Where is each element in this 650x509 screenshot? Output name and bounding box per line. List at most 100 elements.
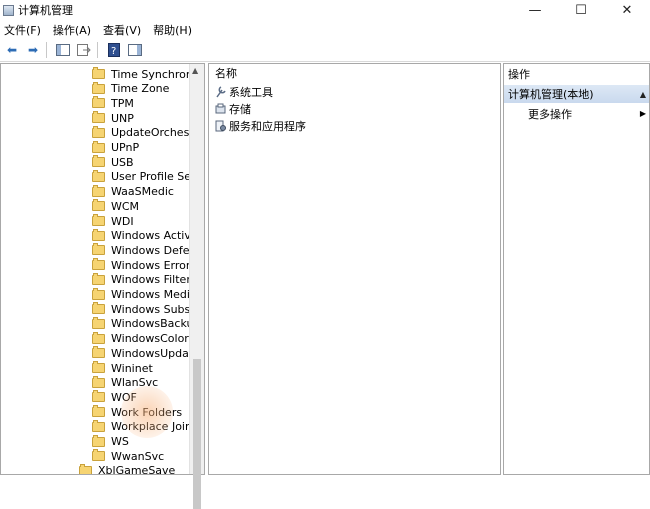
- tree-item[interactable]: WaaSMedic: [92, 184, 174, 199]
- tree-item-label: WwanSvc: [111, 449, 165, 463]
- tree-item-label: UpdateOrchestrato: [111, 126, 190, 140]
- column-header-name[interactable]: 名称: [209, 64, 500, 82]
- tree-item[interactable]: UpdateOrchestrato: [92, 125, 190, 140]
- scrollbar-thumb[interactable]: [193, 359, 201, 509]
- list-item-label: 存储: [229, 103, 251, 116]
- tree-item-label: WOF: [111, 390, 137, 404]
- maximize-button[interactable]: ☐: [558, 0, 604, 20]
- tree-item[interactable]: Windows Media Sl: [92, 287, 190, 302]
- folder-icon: [92, 419, 105, 432]
- tree-item-label: WaaSMedic: [111, 185, 174, 199]
- tree-item[interactable]: WCM: [92, 199, 139, 213]
- folder-icon: [92, 96, 105, 109]
- actions-pane: 操作 计算机管理(本地) ▲ 更多操作 ▶: [503, 63, 650, 475]
- list-item-label: 服务和应用程序: [229, 120, 306, 133]
- submenu-arrow-icon[interactable]: ▶: [640, 109, 646, 118]
- tree-item[interactable]: Work Folders: [92, 405, 182, 419]
- list-item-system-tools[interactable]: 系统工具: [215, 84, 273, 100]
- tree-item[interactable]: UPnP: [92, 140, 139, 155]
- tree-item-label: TPM: [111, 96, 134, 110]
- menu-help[interactable]: 帮助(H): [149, 22, 200, 38]
- more-actions-item[interactable]: 更多操作: [528, 106, 572, 122]
- tree-item-label: Wininet: [111, 361, 153, 375]
- folder-icon: [92, 258, 105, 271]
- scroll-up-arrow-icon[interactable]: ▲: [192, 66, 198, 75]
- window-controls: — ☐ ✕: [512, 0, 650, 20]
- tree-scrollbar[interactable]: ▲: [189, 64, 204, 509]
- menu-action[interactable]: 操作(A): [49, 22, 99, 38]
- actions-header: 操作: [508, 67, 530, 81]
- tree-item[interactable]: UNP: [92, 111, 134, 125]
- tree-item[interactable]: WlanSvc: [92, 375, 159, 390]
- tree-item-label: Windows Media Sl: [111, 288, 190, 301]
- folder-icon: [92, 214, 105, 226]
- tree-item[interactable]: USB: [92, 155, 134, 169]
- folder-icon: [92, 331, 105, 344]
- tree-item-label: Windows Error Rep: [111, 258, 190, 272]
- folder-icon: [92, 125, 105, 138]
- minimize-button[interactable]: —: [512, 0, 558, 20]
- toolbar-separator: [46, 42, 47, 58]
- tree-item[interactable]: Windows Defende: [92, 243, 190, 257]
- tree-item[interactable]: WindowsBackup: [92, 316, 190, 331]
- tree-item-label: WS: [111, 435, 129, 448]
- folder-icon: [92, 243, 105, 256]
- tree-item[interactable]: XblGameSave: [79, 463, 176, 474]
- tree-item-label: Time Synchronizat: [111, 67, 190, 81]
- list-item-storage[interactable]: 存储: [215, 101, 251, 117]
- tree-item[interactable]: Windows Subsyste: [92, 302, 190, 316]
- tree-item[interactable]: Windows Error Rep: [92, 258, 190, 272]
- tree-item[interactable]: WS: [92, 434, 129, 449]
- folder-icon: [79, 463, 92, 474]
- tree-item[interactable]: User Profile Servic: [92, 169, 190, 184]
- folder-icon: [92, 361, 105, 373]
- tree-item-label: WCM: [111, 199, 140, 213]
- tree-item-label: Windows Subsyste: [111, 302, 190, 316]
- folder-icon: [92, 375, 105, 388]
- toolbar-separator: [97, 42, 98, 58]
- close-button[interactable]: ✕: [604, 0, 650, 20]
- tree-item[interactable]: WwanSvc: [92, 449, 164, 463]
- show-hide-tree-icon[interactable]: [54, 41, 72, 59]
- folder-icon: [92, 67, 105, 79]
- tree-item-label: Windows Filtering: [111, 273, 190, 287]
- tree-item[interactable]: WindowsUpdate: [92, 346, 190, 360]
- tree-item[interactable]: WOF: [92, 390, 137, 404]
- computer-management-icon: [3, 4, 14, 16]
- help-icon[interactable]: ?: [105, 41, 123, 59]
- tree-item[interactable]: Windows Activatio: [92, 228, 190, 243]
- tree-item-label: WDI: [111, 214, 134, 228]
- tree-item-label: WlanSvc: [111, 376, 159, 390]
- forward-arrow-icon[interactable]: ➡: [24, 41, 42, 59]
- tree-item[interactable]: Wininet: [92, 361, 153, 375]
- folder-icon: [92, 155, 105, 168]
- services-icon: [215, 120, 226, 132]
- export-list-icon[interactable]: [75, 41, 93, 59]
- tree-item-label: WindowsUpdate: [111, 346, 190, 360]
- tree-item-label: Windows Activatio: [111, 229, 190, 243]
- back-arrow-icon[interactable]: ⬅: [3, 41, 21, 59]
- collapse-up-icon[interactable]: ▲: [640, 90, 646, 99]
- tree-item[interactable]: Time Zone: [92, 81, 169, 96]
- list-item-services-and-applications[interactable]: 服务和应用程序: [215, 118, 306, 134]
- menu-file[interactable]: 文件(F): [0, 22, 49, 38]
- tree-item-label: User Profile Servic: [111, 170, 190, 184]
- tree-item-label: UNP: [111, 111, 134, 125]
- tree-item[interactable]: Time Synchronizat: [92, 67, 190, 81]
- actions-section-computer-management[interactable]: 计算机管理(本地) ▲: [504, 85, 649, 103]
- tree-item[interactable]: Windows Filtering: [92, 272, 190, 287]
- folder-icon: [92, 346, 105, 359]
- toolbar: ⬅ ➡ ?: [0, 39, 650, 62]
- tree-list: Time SynchronizatTime ZoneTPMUNPUpdateOr…: [1, 64, 190, 474]
- tree-item[interactable]: WindowsColorSyst: [92, 331, 190, 346]
- tree-item-label: XblGameSave: [98, 464, 176, 474]
- menu-view[interactable]: 查看(V): [99, 22, 149, 38]
- tree-item[interactable]: Workplace Join: [92, 419, 190, 434]
- folder-icon: [92, 199, 105, 212]
- folder-icon: [92, 405, 105, 418]
- tree-item[interactable]: TPM: [92, 96, 134, 110]
- content-pane: 名称 系统工具 存储 服务和应用程序: [208, 63, 501, 475]
- tree-item[interactable]: WDI: [92, 214, 134, 228]
- show-action-pane-icon[interactable]: [126, 41, 144, 59]
- title-bar: 计算机管理 — ☐ ✕: [0, 0, 650, 20]
